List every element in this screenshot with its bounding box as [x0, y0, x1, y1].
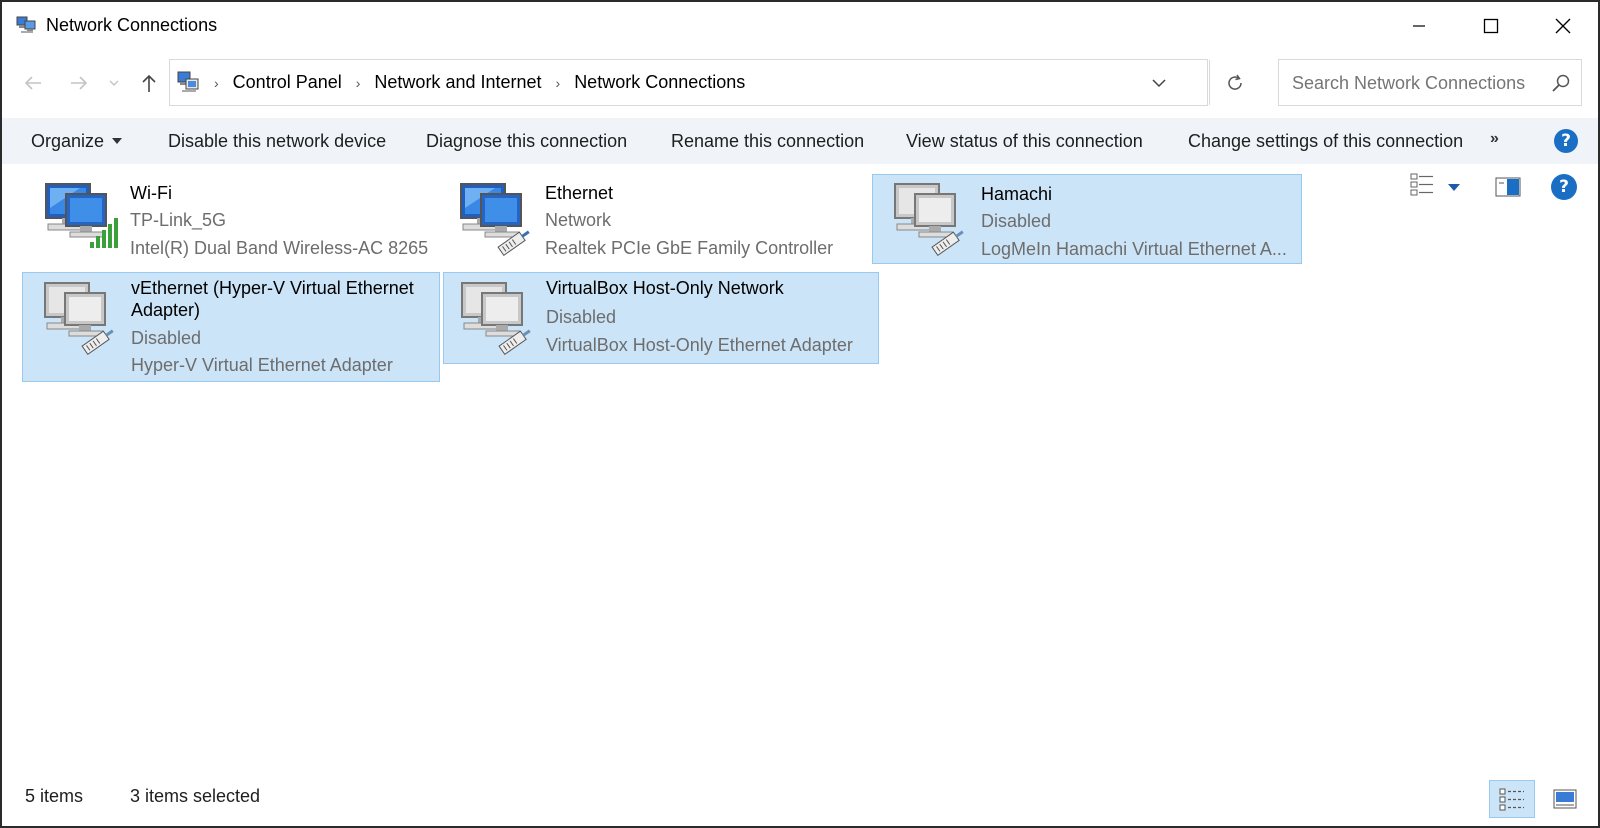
disable-device-button[interactable]: Disable this network device — [168, 118, 386, 164]
minimize-button[interactable] — [1384, 2, 1454, 50]
organize-label: Organize — [31, 130, 105, 151]
preview-pane-icon — [1495, 177, 1521, 197]
address-bar[interactable]: › Control Panel › Network and Internet ›… — [169, 59, 1242, 106]
connection-name: vEthernet (Hyper-V Virtual Ethernet Adap… — [131, 278, 414, 320]
minimize-icon — [1413, 25, 1425, 27]
search-input[interactable] — [1292, 73, 1542, 94]
caret-down-icon — [1448, 184, 1460, 191]
view-options-dropdown[interactable] — [1447, 180, 1461, 191]
maximize-button[interactable] — [1456, 2, 1526, 50]
help-icon[interactable]: ? — [1554, 129, 1578, 153]
diagnose-connection-button[interactable]: Diagnose this connection — [426, 118, 627, 164]
connection-device: VirtualBox Host-Only Ethernet Adapter — [546, 335, 853, 355]
close-icon — [1555, 18, 1571, 34]
connection-status: TP-Link_5G — [130, 210, 227, 230]
large-icons-view-icon — [1553, 789, 1577, 809]
breadcrumb-network-connections[interactable]: Network Connections — [574, 72, 745, 93]
connection-item-hamachi[interactable]: Hamachi Disabled LogMeIn Hamachi Virtual… — [872, 174, 1302, 264]
disabled-adapter-icon — [894, 183, 964, 257]
connection-status: Disabled — [131, 328, 202, 348]
connection-device: Realtek PCIe GbE Family Controller — [545, 238, 834, 258]
help-icon[interactable]: ? — [1551, 174, 1577, 200]
connection-item-virtualbox[interactable]: VirtualBox Host-Only Network Disabled Vi… — [443, 272, 879, 364]
address-history-button[interactable] — [1142, 60, 1176, 105]
selected-count: 3 items selected — [130, 786, 261, 806]
up-button[interactable] — [134, 68, 164, 98]
back-button[interactable] — [18, 68, 48, 98]
connection-status: Disabled — [546, 307, 617, 327]
connection-name: Wi-Fi — [130, 183, 172, 203]
network-connections-icon — [16, 16, 36, 33]
disabled-adapter-icon — [44, 282, 114, 356]
breadcrumb-separator[interactable]: › — [214, 75, 219, 91]
connection-item-vethernet[interactable]: vEthernet (Hyper-V Virtual Ethernet Adap… — [22, 272, 440, 382]
connection-name: Ethernet — [545, 183, 614, 203]
breadcrumb-separator[interactable]: › — [556, 75, 561, 91]
wifi-adapter-icon — [45, 183, 118, 248]
connection-name: Hamachi — [981, 184, 1053, 204]
connection-device: LogMeIn Hamachi Virtual Ethernet A... — [981, 239, 1287, 259]
breadcrumb: › Control Panel › Network and Internet ›… — [206, 60, 745, 105]
item-count: 5 items — [25, 786, 84, 806]
preview-pane-button[interactable] — [1495, 177, 1521, 197]
view-status-button[interactable]: View status of this connection — [906, 118, 1143, 164]
breadcrumb-network-and-internet[interactable]: Network and Internet — [374, 72, 541, 93]
details-view-icon — [1499, 788, 1524, 811]
close-button[interactable] — [1528, 2, 1598, 50]
connection-status: Network — [545, 210, 612, 230]
caret-down-icon — [112, 138, 123, 144]
change-view-button[interactable] — [1410, 172, 1433, 196]
details-view-icon — [1410, 173, 1433, 196]
connection-device: Intel(R) Dual Band Wireless-AC 8265 — [130, 238, 429, 258]
search-icon — [1552, 74, 1570, 92]
change-settings-button[interactable]: Change settings of this connection — [1188, 118, 1463, 164]
large-icons-view-button[interactable] — [1546, 780, 1584, 818]
connection-item-ethernet[interactable]: Ethernet Network Realtek PCIe GbE Family… — [437, 174, 861, 264]
connection-status: Disabled — [981, 211, 1052, 231]
forward-arrow-icon — [71, 76, 88, 90]
more-commands-button[interactable]: » — [1490, 130, 1499, 148]
status-bar: 5 items 3 items selected — [2, 772, 1598, 826]
disabled-adapter-icon — [461, 282, 531, 356]
command-bar: Organize Disable this network device Dia… — [2, 118, 1598, 164]
up-arrow-icon — [142, 74, 156, 92]
organize-button[interactable]: Organize — [31, 118, 123, 164]
search-box[interactable] — [1278, 59, 1582, 106]
ethernet-adapter-icon — [460, 183, 530, 257]
maximize-icon — [1483, 18, 1499, 34]
chevron-down-icon — [109, 80, 119, 86]
breadcrumb-separator[interactable]: › — [356, 75, 361, 91]
connection-name: VirtualBox Host-Only Network — [546, 278, 784, 298]
window-title: Network Connections — [46, 15, 218, 35]
control-panel-icon — [177, 71, 199, 92]
rename-connection-button[interactable]: Rename this connection — [671, 118, 864, 164]
recent-locations-button[interactable] — [104, 68, 124, 98]
title-bar[interactable]: Network Connections — [2, 2, 1598, 50]
details-view-button[interactable] — [1489, 780, 1535, 818]
forward-button[interactable] — [64, 68, 94, 98]
connection-item-wifi[interactable]: Wi-Fi TP-Link_5G Intel(R) Dual Band Wire… — [22, 174, 440, 264]
refresh-button[interactable] — [1209, 60, 1259, 105]
breadcrumb-control-panel[interactable]: Control Panel — [233, 72, 342, 93]
chevron-down-icon — [1152, 78, 1166, 87]
back-arrow-icon — [24, 76, 41, 90]
refresh-icon — [1227, 74, 1242, 90]
network-connections-window: Network Connections › Control Panel › Ne… — [0, 0, 1600, 828]
connection-device: Hyper-V Virtual Ethernet Adapter — [131, 355, 393, 375]
